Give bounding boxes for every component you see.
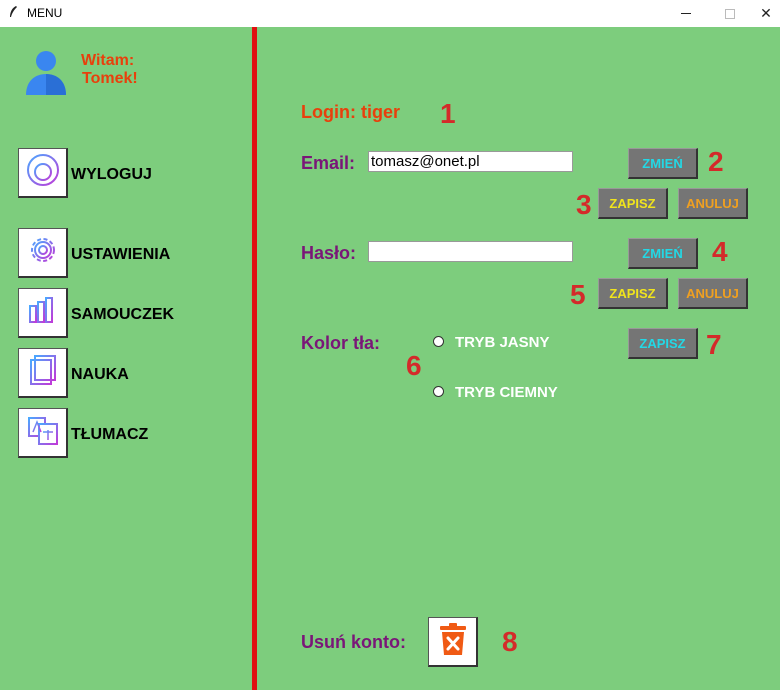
settings-button[interactable] xyxy=(18,228,68,278)
welcome-greeting: Witam: xyxy=(81,52,135,69)
delete-account-button[interactable] xyxy=(428,617,478,667)
password-label: Hasło: xyxy=(301,243,357,263)
email-field[interactable] xyxy=(368,151,573,172)
translate-icon xyxy=(25,412,61,453)
books-icon xyxy=(25,292,61,333)
marker-8: 8 xyxy=(502,626,518,657)
maximize-icon xyxy=(725,8,735,19)
light-mode-label[interactable]: TRYB JASNY xyxy=(455,334,549,351)
translate-button[interactable] xyxy=(18,408,68,458)
marker-2: 2 xyxy=(708,146,724,177)
save-color-button[interactable]: ZAPISZ xyxy=(628,328,698,359)
marker-7: 7 xyxy=(706,329,722,360)
sidebar-item-logout-label[interactable]: WYLOGUJ xyxy=(71,166,152,184)
dark-mode-label[interactable]: TRYB CIEMNY xyxy=(455,384,558,401)
feather-icon xyxy=(8,5,18,22)
sidebar-item-translate-label[interactable]: TŁUMACZ xyxy=(71,426,148,444)
cancel-email-button[interactable]: ANULUJ xyxy=(678,188,748,219)
delete-account-label: Usuń konto: xyxy=(301,632,406,652)
cancel-password-button[interactable]: ANULUJ xyxy=(678,278,748,309)
change-email-button[interactable]: ZMIEŃ xyxy=(628,148,698,179)
user-avatar-icon xyxy=(22,48,70,96)
save-password-button[interactable]: ZAPISZ xyxy=(598,278,668,309)
login-text: Login: tiger xyxy=(301,102,400,122)
trash-icon xyxy=(438,622,468,661)
sidebar-item-settings-label[interactable]: USTAWIENIA xyxy=(71,246,170,264)
marker-4: 4 xyxy=(712,236,728,267)
gear-icon xyxy=(25,232,61,273)
dark-mode-radio[interactable] xyxy=(433,386,444,397)
sidebar-item-tutorial-label[interactable]: SAMOUCZEK xyxy=(71,306,174,324)
logout-button[interactable] xyxy=(18,148,68,198)
email-label: Email: xyxy=(301,153,356,173)
background-color-label: Kolor tła: xyxy=(301,333,380,353)
marker-3: 3 xyxy=(576,189,592,220)
logout-icon xyxy=(25,152,61,193)
sidebar-item-study-label[interactable]: NAUKA xyxy=(71,366,129,384)
welcome-username: Tomek! xyxy=(82,70,138,87)
study-icon xyxy=(25,352,61,393)
marker-5: 5 xyxy=(570,279,586,310)
tutorial-button[interactable] xyxy=(18,288,68,338)
panel-divider xyxy=(252,27,257,690)
minimize-icon xyxy=(681,13,691,14)
welcome-text: Witam: Tomek! xyxy=(81,52,138,88)
light-mode-radio[interactable] xyxy=(433,336,444,347)
window-title: MENU xyxy=(27,6,63,20)
marker-6: 6 xyxy=(406,350,422,381)
minimize-button[interactable] xyxy=(664,0,708,27)
maximize-button[interactable] xyxy=(708,0,752,27)
change-password-button[interactable]: ZMIEŃ xyxy=(628,238,698,269)
study-button[interactable] xyxy=(18,348,68,398)
close-icon: ✕ xyxy=(760,5,772,21)
close-button[interactable]: ✕ xyxy=(752,0,780,27)
title-bar: MENU ✕ xyxy=(0,0,780,27)
password-field[interactable] xyxy=(368,241,573,262)
save-email-button[interactable]: ZAPISZ xyxy=(598,188,668,219)
marker-1: 1 xyxy=(440,98,456,129)
